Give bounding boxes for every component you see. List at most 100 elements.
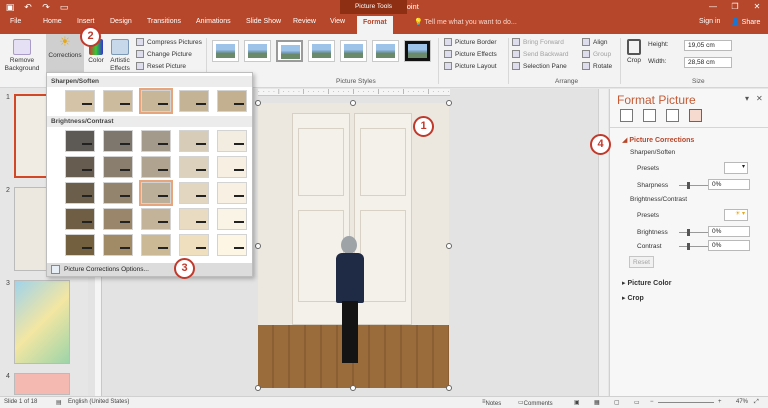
resize-handle-e[interactable] (446, 243, 452, 249)
selected-picture[interactable] (258, 103, 449, 388)
brightness-option[interactable] (141, 130, 171, 152)
send-backward-button[interactable]: Send Backward (512, 50, 569, 58)
resize-handle-sw[interactable] (255, 385, 261, 391)
brightness-option[interactable] (141, 156, 171, 178)
slide-thumbnail-4[interactable] (14, 373, 70, 395)
width-input[interactable]: 28,58 cm (684, 57, 732, 68)
pane-options-icon[interactable]: ▾ (745, 94, 749, 103)
slide-thumbnail-3[interactable] (14, 280, 70, 364)
sharpness-slider-thumb[interactable] (687, 182, 690, 189)
corrections-button[interactable]: ☀ Corrections (46, 34, 84, 74)
brightness-option[interactable] (179, 182, 209, 204)
compress-pictures-button[interactable]: Compress Pictures (136, 38, 202, 46)
rotate-button[interactable]: Rotate (582, 62, 612, 70)
tab-transitions[interactable]: Transitions (147, 18, 181, 25)
size-properties-icon[interactable] (666, 109, 679, 122)
brightness-option[interactable] (103, 234, 133, 256)
restore-icon[interactable]: ❐ (724, 0, 746, 14)
group-button[interactable]: Group (582, 50, 611, 58)
zoom-out-icon[interactable]: − (650, 399, 654, 405)
share-button[interactable]: 👤 Share (731, 18, 760, 26)
zoom-level[interactable]: 47% (736, 399, 748, 405)
proofing-icon[interactable]: ▤ (56, 399, 62, 406)
tab-file[interactable]: File (10, 18, 21, 25)
brightness-input[interactable]: 0% (708, 226, 750, 237)
brightness-option[interactable] (217, 182, 247, 204)
brightness-option[interactable] (179, 208, 209, 230)
brightness-option-selected[interactable] (139, 180, 173, 206)
pane-close-icon[interactable]: ✕ (756, 94, 763, 103)
brightness-option[interactable] (65, 234, 95, 256)
picture-style-2[interactable] (244, 40, 271, 62)
crop-button[interactable]: Crop (624, 39, 644, 65)
slide-sorter-icon[interactable]: ▦ (594, 399, 600, 406)
picture-style-1[interactable] (212, 40, 239, 62)
sharpen-option-selected[interactable] (139, 88, 173, 114)
picture-border-button[interactable]: Picture Border (444, 38, 497, 46)
picture-effects-button[interactable]: Picture Effects (444, 50, 497, 58)
section-picture-color[interactable]: ▸ Picture Color (622, 279, 671, 287)
picture-icon[interactable] (689, 109, 702, 122)
resize-handle-n[interactable] (350, 100, 356, 106)
picture-corrections-options-item[interactable]: Picture Corrections Options... (47, 263, 252, 276)
tell-me-search[interactable]: 💡 Tell me what you want to do... (414, 18, 517, 26)
brightness-option[interactable] (65, 130, 95, 152)
tab-review[interactable]: Review (293, 18, 316, 25)
resize-handle-w[interactable] (255, 243, 261, 249)
fill-line-icon[interactable] (620, 109, 633, 122)
language-indicator[interactable]: English (United States) (68, 399, 129, 405)
contrast-slider-thumb[interactable] (687, 243, 690, 250)
bring-forward-button[interactable]: Bring Forward (512, 38, 564, 46)
brightness-presets-dropdown[interactable]: ☀ ▾ (724, 209, 748, 221)
brightness-option[interactable] (65, 182, 95, 204)
contrast-input[interactable]: 0% (708, 240, 750, 251)
picture-style-4[interactable] (308, 40, 335, 62)
sign-in-link[interactable]: Sign in (699, 18, 720, 25)
brightness-option[interactable] (217, 130, 247, 152)
brightness-option[interactable] (179, 234, 209, 256)
sharpen-presets-dropdown[interactable]: ▾ (724, 162, 748, 174)
picture-style-7[interactable] (404, 40, 431, 62)
resize-handle-s[interactable] (350, 385, 356, 391)
normal-view-icon[interactable]: ▣ (574, 399, 580, 406)
resize-handle-ne[interactable] (446, 100, 452, 106)
tab-view[interactable]: View (330, 18, 345, 25)
sharpen-option[interactable] (65, 90, 95, 112)
fit-slide-icon[interactable]: ⤢ (754, 399, 759, 406)
artistic-effects-button[interactable]: Artistic Effects (107, 39, 133, 72)
brightness-option[interactable] (103, 156, 133, 178)
brightness-option[interactable] (65, 208, 95, 230)
tab-design[interactable]: Design (110, 18, 132, 25)
sharpen-option[interactable] (103, 90, 133, 112)
brightness-option[interactable] (217, 234, 247, 256)
tab-insert[interactable]: Insert (77, 18, 95, 25)
sharpen-option[interactable] (179, 90, 209, 112)
brightness-option[interactable] (141, 234, 171, 256)
tab-slide-show[interactable]: Slide Show (246, 18, 281, 25)
height-input[interactable]: 19,05 cm (684, 40, 732, 51)
brightness-option[interactable] (103, 208, 133, 230)
brightness-option[interactable] (217, 208, 247, 230)
close-icon[interactable]: ✕ (746, 0, 768, 14)
brightness-option[interactable] (141, 208, 171, 230)
effects-icon[interactable] (643, 109, 656, 122)
minimize-icon[interactable]: — (702, 0, 724, 14)
brightness-option[interactable] (103, 130, 133, 152)
brightness-option[interactable] (179, 130, 209, 152)
remove-background-button[interactable]: Remove Background (4, 39, 40, 72)
reset-picture-button[interactable]: Reset Picture (136, 62, 186, 70)
selection-pane-button[interactable]: Selection Pane (512, 62, 567, 70)
picture-style-6[interactable] (372, 40, 399, 62)
picture-style-3[interactable] (276, 40, 303, 62)
brightness-option[interactable] (179, 156, 209, 178)
sharpness-input[interactable]: 0% (708, 179, 750, 190)
reading-view-icon[interactable]: ▢ (614, 399, 620, 406)
slideshow-view-icon[interactable]: ▭ (634, 399, 640, 406)
zoom-slider[interactable] (658, 402, 714, 403)
section-crop[interactable]: ▸ Crop (622, 294, 644, 302)
resize-handle-se[interactable] (446, 385, 452, 391)
brightness-option[interactable] (103, 182, 133, 204)
brightness-slider-thumb[interactable] (687, 229, 690, 236)
tab-animations[interactable]: Animations (196, 18, 231, 25)
notes-button[interactable]: ≡ Notes (482, 399, 501, 407)
